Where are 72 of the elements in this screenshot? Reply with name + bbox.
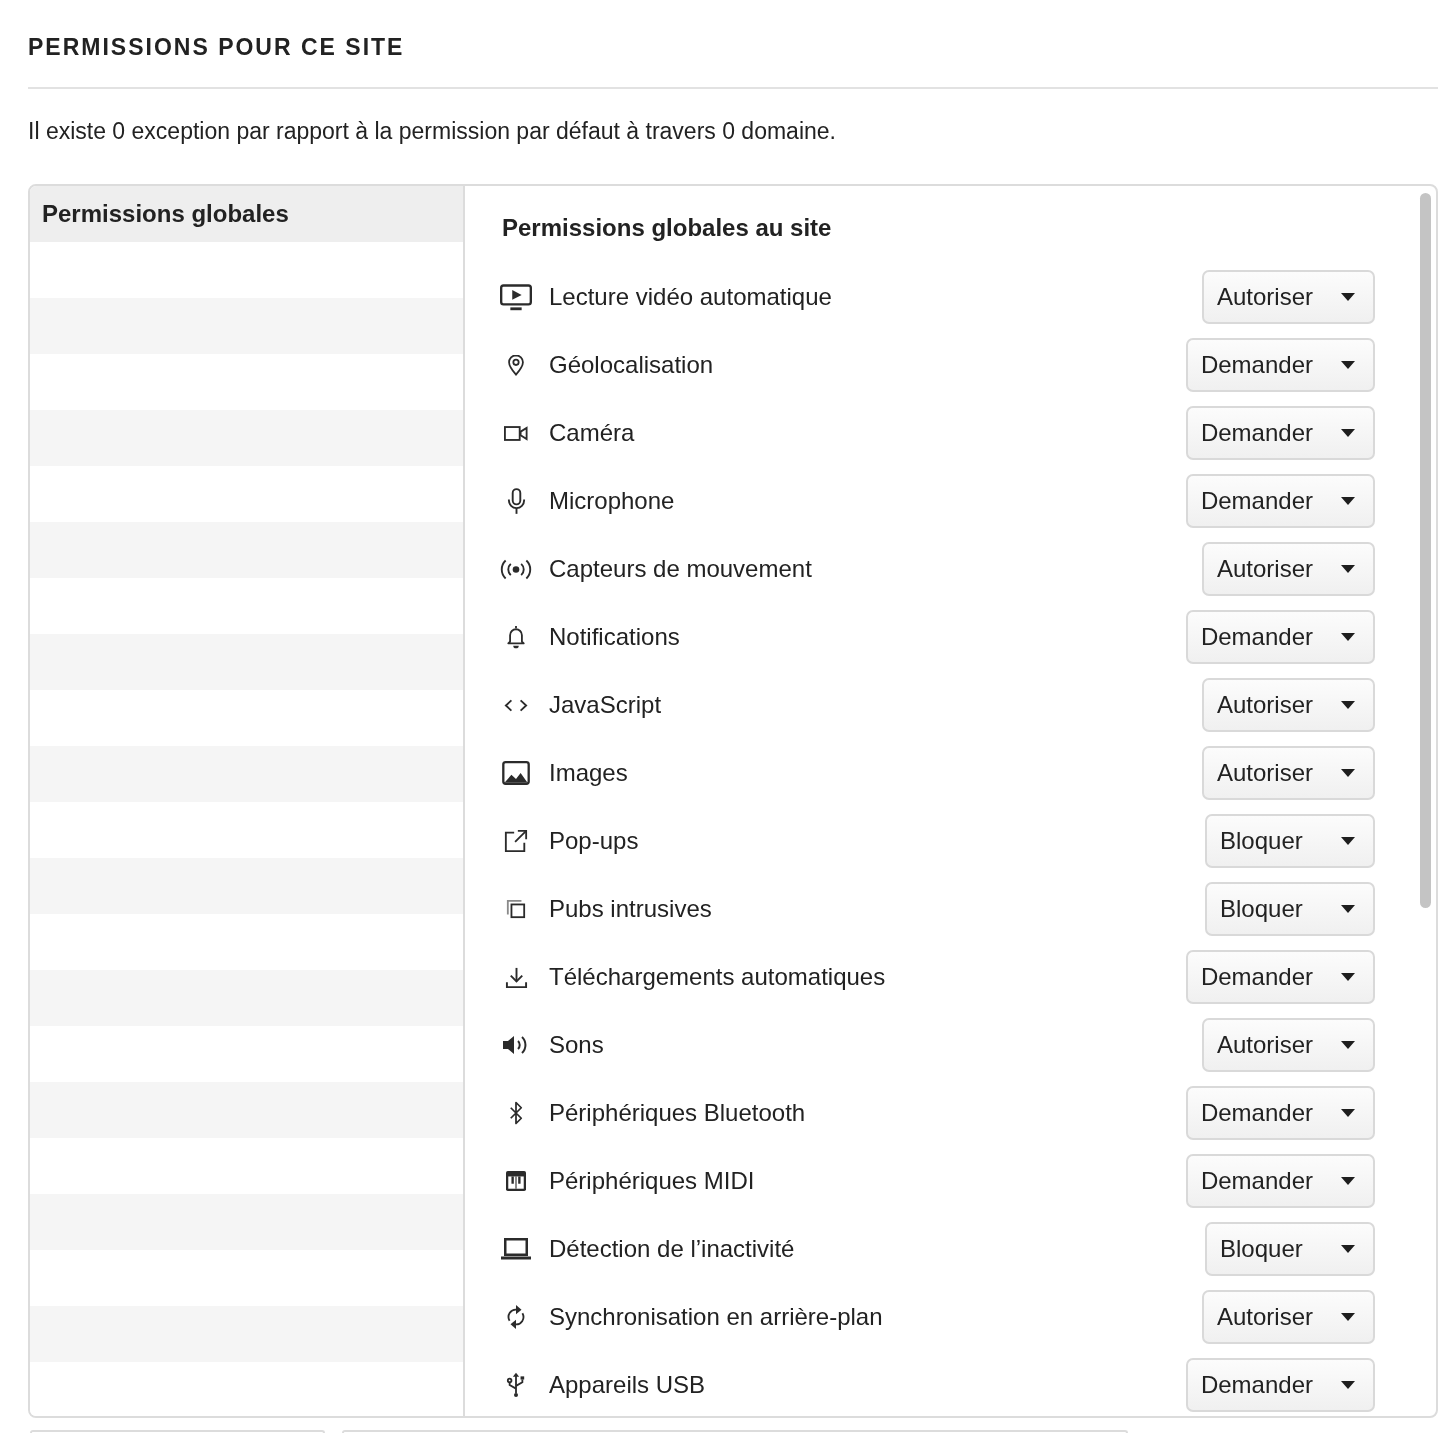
scrollbar[interactable] bbox=[1420, 193, 1431, 908]
permission-dropdown[interactable]: Demander bbox=[1185, 338, 1375, 392]
permission-dropdown[interactable]: Autoriser bbox=[1201, 270, 1375, 324]
panel-title: Permissions globales au site bbox=[502, 213, 832, 243]
caret-icon bbox=[1341, 1313, 1355, 1321]
permission-dropdown[interactable]: Demander bbox=[1185, 406, 1375, 460]
caret-icon bbox=[1341, 1381, 1355, 1389]
permission-dropdown[interactable]: Autoriser bbox=[1201, 542, 1375, 596]
permission-dropdown[interactable]: Demander bbox=[1185, 1086, 1375, 1140]
permission-dropdown[interactable]: Bloquer bbox=[1205, 1222, 1375, 1276]
permission-label: Périphériques Bluetooth bbox=[549, 1098, 807, 1128]
permission-label: Téléchargements automatiques bbox=[549, 962, 887, 992]
permission-label: Géolocalisation bbox=[549, 350, 715, 380]
caret-icon bbox=[1341, 497, 1355, 505]
permission-dropdown[interactable]: Autoriser bbox=[1201, 678, 1375, 732]
location-pin-icon bbox=[508, 354, 524, 376]
permission-label: Pubs intrusives bbox=[549, 894, 713, 924]
image-icon bbox=[502, 761, 530, 785]
permission-label: JavaScript bbox=[549, 690, 663, 720]
signal-waves-icon bbox=[500, 558, 532, 580]
permission-dropdown[interactable]: Demander bbox=[1185, 474, 1375, 528]
caret-icon bbox=[1341, 769, 1355, 777]
permission-dropdown[interactable]: Demander bbox=[1185, 1154, 1375, 1208]
download-icon bbox=[504, 965, 528, 989]
caret-icon bbox=[1341, 1041, 1355, 1049]
summary-text: Il existe 0 exception par rapport à la permission par défaut à travers 0 domaine. bbox=[28, 117, 836, 146]
caret-icon bbox=[1341, 837, 1355, 845]
section-heading: PERMISSIONS POUR CE SITE bbox=[28, 33, 405, 62]
permission-label: Pop-ups bbox=[549, 826, 640, 856]
permission-dropdown[interactable]: Bloquer bbox=[1205, 882, 1375, 936]
caret-icon bbox=[1341, 429, 1355, 437]
camera-icon bbox=[504, 425, 528, 441]
permission-dropdown[interactable]: Autoriser bbox=[1201, 1290, 1375, 1344]
permission-label: Appareils USB bbox=[549, 1370, 707, 1400]
permission-label: Sons bbox=[549, 1030, 605, 1060]
stacked-squares-icon bbox=[506, 899, 526, 919]
permission-dropdown[interactable]: Demander bbox=[1185, 1358, 1375, 1412]
permission-label: Capteurs de mouvement bbox=[549, 554, 813, 584]
permission-dropdown[interactable]: Demander bbox=[1185, 610, 1375, 664]
caret-icon bbox=[1341, 1109, 1355, 1117]
laptop-icon bbox=[501, 1238, 531, 1260]
caret-icon bbox=[1341, 361, 1355, 369]
video-play-icon bbox=[500, 283, 532, 311]
sync-arrows-icon bbox=[505, 1304, 527, 1330]
bluetooth-icon bbox=[509, 1100, 523, 1126]
permission-dropdown[interactable]: Autoriser bbox=[1201, 746, 1375, 800]
caret-icon bbox=[1341, 905, 1355, 913]
permission-label: Synchronisation en arrière-plan bbox=[549, 1302, 884, 1332]
bell-icon bbox=[506, 625, 526, 649]
piano-keys-icon bbox=[506, 1171, 526, 1191]
permission-dropdown[interactable]: Bloquer bbox=[1205, 814, 1375, 868]
caret-icon bbox=[1341, 565, 1355, 573]
caret-icon bbox=[1341, 701, 1355, 709]
permission-label: Détection de l’inactivité bbox=[549, 1234, 796, 1264]
caret-icon bbox=[1341, 1245, 1355, 1253]
permission-dropdown[interactable]: Autoriser bbox=[1201, 1018, 1375, 1072]
caret-icon bbox=[1341, 1177, 1355, 1185]
code-brackets-icon bbox=[504, 698, 528, 712]
permission-label: Images bbox=[549, 758, 629, 788]
caret-icon bbox=[1341, 293, 1355, 301]
permission-dropdown[interactable]: Demander bbox=[1185, 950, 1375, 1004]
permission-label: Périphériques MIDI bbox=[549, 1166, 756, 1196]
permission-label: Notifications bbox=[549, 622, 681, 652]
caret-icon bbox=[1341, 973, 1355, 981]
microphone-icon bbox=[506, 487, 526, 515]
external-link-icon bbox=[504, 829, 528, 853]
caret-icon bbox=[1341, 633, 1355, 641]
list-header: Permissions globales bbox=[30, 186, 463, 242]
permission-label: Caméra bbox=[549, 418, 636, 448]
usb-icon bbox=[506, 1372, 526, 1398]
permission-label: Microphone bbox=[549, 486, 676, 516]
permission-label: Lecture vidéo automatique bbox=[549, 282, 833, 312]
